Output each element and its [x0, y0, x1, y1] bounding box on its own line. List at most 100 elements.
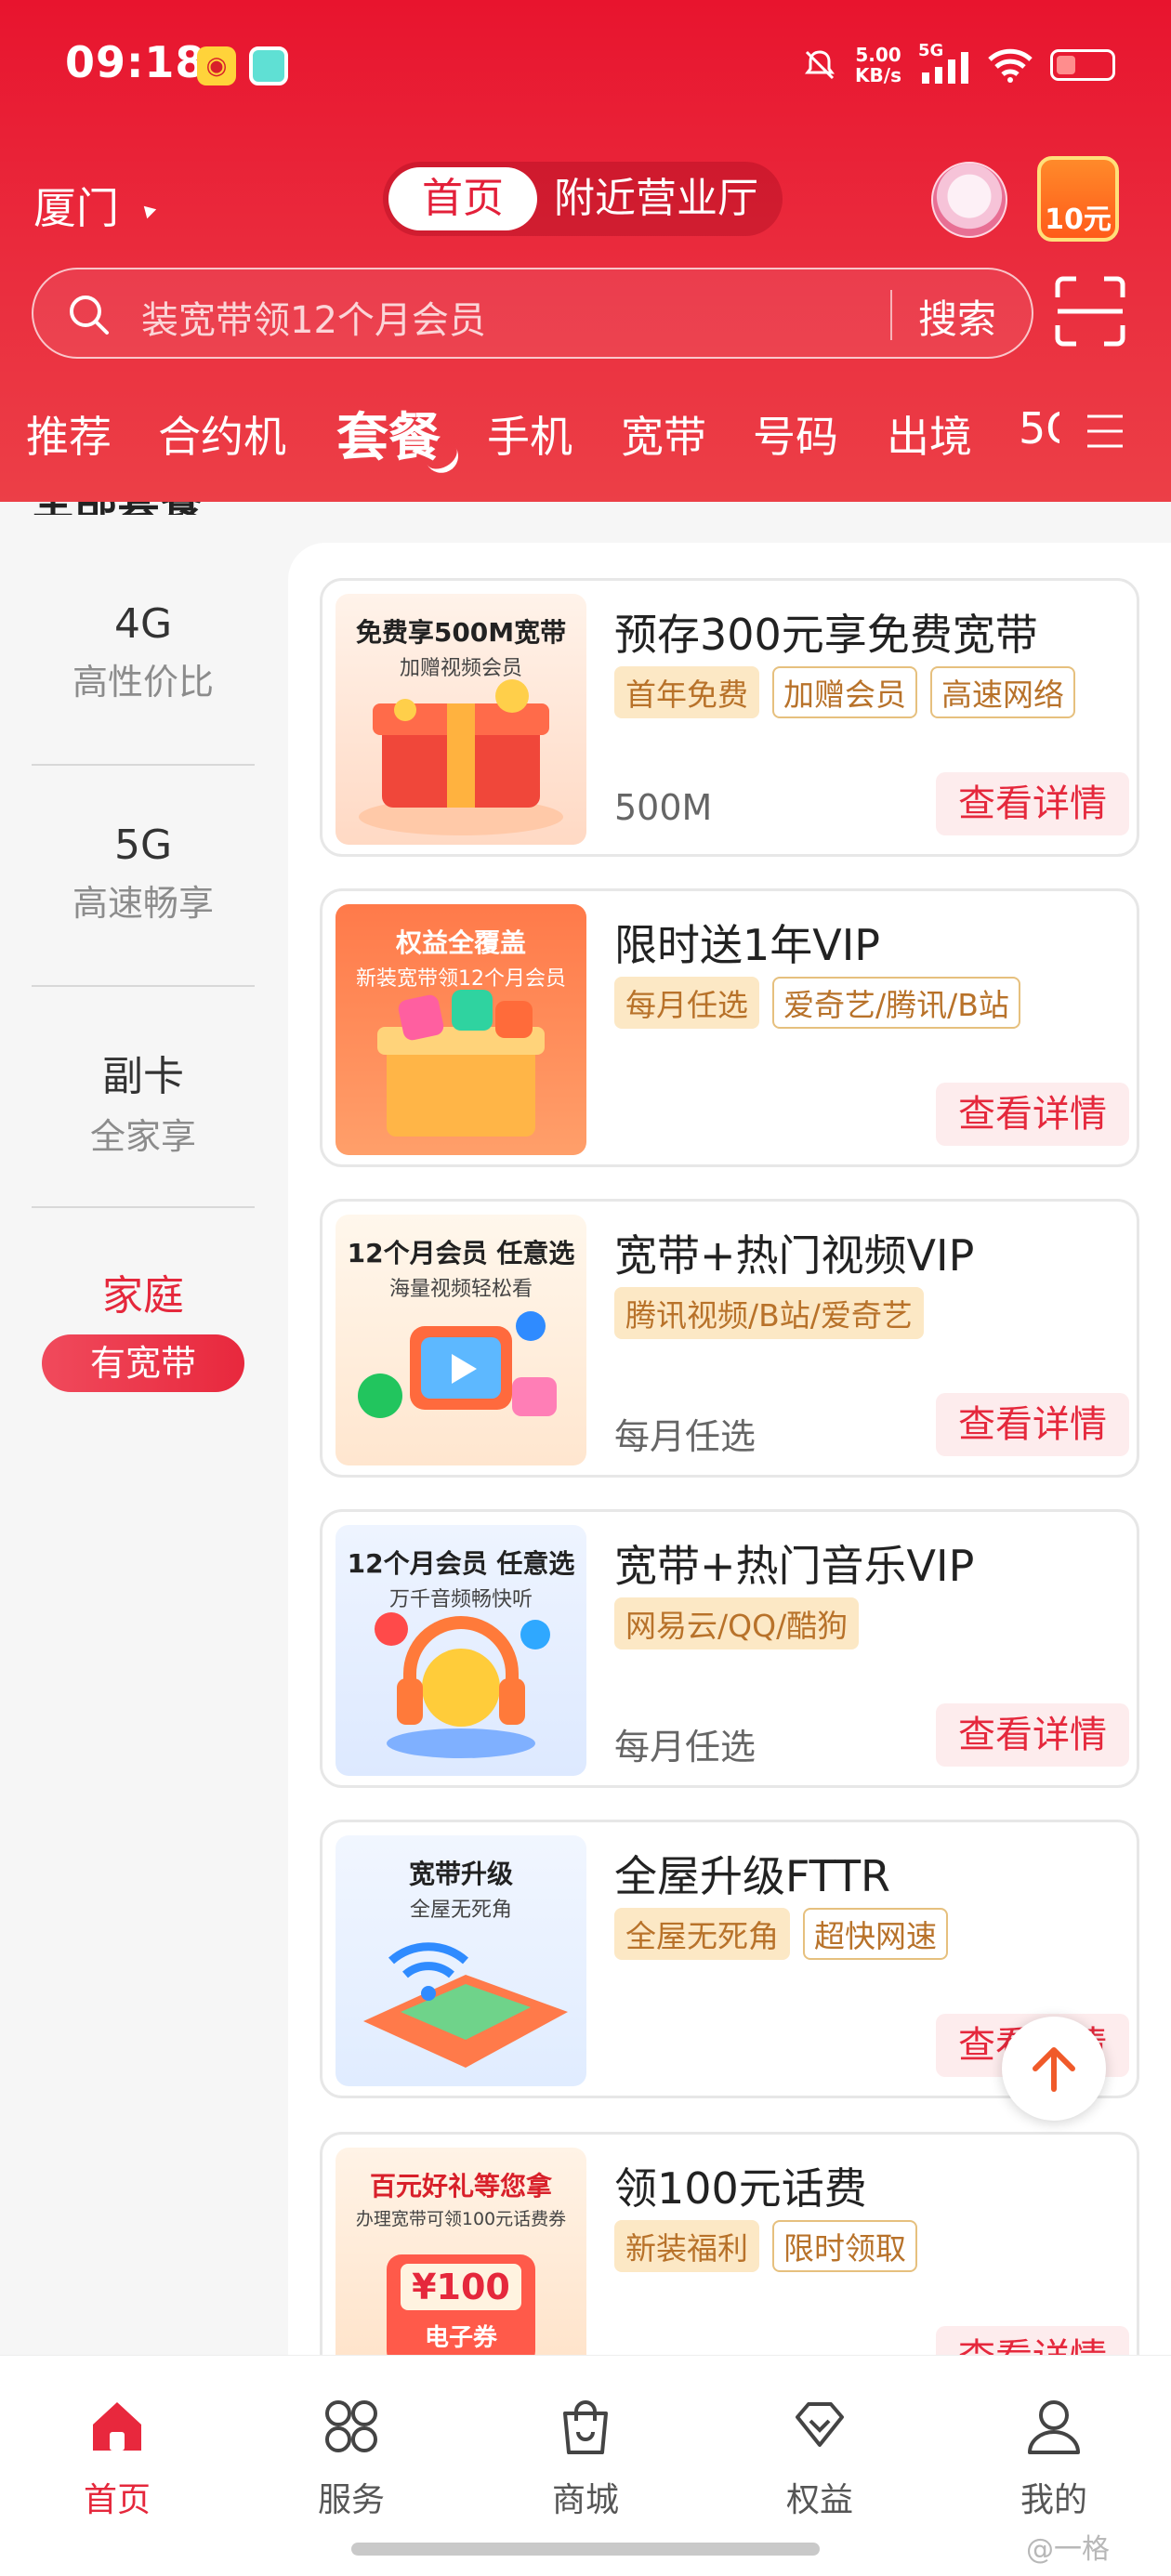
product-title: 领100元话费: [614, 2163, 867, 2214]
search-divider: [890, 290, 892, 340]
home-indicator[interactable]: [351, 2543, 820, 2556]
left-menu-subtitle: 高速畅享: [72, 883, 214, 924]
status-bar: 09:18 ◉ 5.00 KB/s 5G: [0, 0, 1171, 130]
product-tags: 网易云/QQ/酷狗: [614, 1597, 860, 1649]
city-caret-icon: [138, 201, 157, 219]
city-selector[interactable]: 厦门: [33, 175, 119, 236]
left-menu-title: 4G: [113, 600, 173, 648]
segment-home[interactable]: 首页: [388, 167, 537, 230]
tab-broadband[interactable]: 宽带: [621, 403, 706, 465]
product-thumbnail: 12个月会员 任意选 万千音频畅快听: [336, 1525, 586, 1776]
tab-label: 权益: [785, 2481, 853, 2519]
product-tags: 新装福利 限时领取: [614, 2220, 917, 2272]
product-subtitle: 每月任选: [614, 1416, 757, 1457]
product-tags: 每月任选 爱奇艺/腾讯/B站: [614, 977, 1020, 1029]
left-menu-4g[interactable]: 4G 高性价比: [32, 600, 255, 704]
net-speed-unit: KB/s: [855, 64, 901, 86]
watermark: @一格: [1026, 2533, 1110, 2566]
product-tag: 全屋无死角: [614, 1908, 790, 1960]
gift-box-icon: [377, 990, 545, 1137]
tab-phones[interactable]: 手机: [487, 403, 572, 465]
header: 09:18 ◉ 5.00 KB/s 5G 厦门 首页 附近营业厅 10元 装宽带领…: [0, 0, 1171, 502]
product-subtitle: 500M: [614, 787, 713, 828]
tab-5g[interactable]: 5G: [1019, 403, 1059, 453]
product-title: 宽带+热门视频VIP: [614, 1230, 975, 1281]
product-tag: 新装福利: [614, 2220, 759, 2272]
tab-5g-clip: 5G: [1019, 390, 1059, 483]
product-card[interactable]: 12个月会员 任意选 万千音频畅快听 宽带+热门音乐VIP 网易云/QQ/酷狗 …: [320, 1509, 1139, 1788]
left-partial-title: 全部套餐: [32, 502, 203, 515]
coupon-label: 10元: [1045, 204, 1112, 236]
left-menu-5g[interactable]: 5G 高速畅享: [32, 821, 255, 926]
product-tag: 网易云/QQ/酷狗: [614, 1597, 860, 1649]
left-menu-divider: [32, 764, 255, 766]
product-title: 全屋升级FTTR: [614, 1851, 891, 1901]
product-tag: 加赠会员: [772, 666, 917, 718]
voucher-label: 电子券: [424, 2324, 497, 2352]
product-subtitle: 每月任选: [614, 1727, 757, 1768]
product-tag: 首年免费: [614, 666, 759, 718]
tab-benefits[interactable]: 权益: [755, 2393, 885, 2521]
arrow-up-icon: [1033, 2047, 1075, 2092]
coupon-badge[interactable]: 10元: [1037, 156, 1119, 242]
home-icon: [93, 2402, 141, 2451]
product-tag: 腾讯视频/B站/爱奇艺: [614, 1287, 924, 1339]
tab-contract-phone[interactable]: 合约机: [158, 403, 286, 465]
left-menu-title: 5G: [113, 821, 173, 869]
wifi-icon: [988, 48, 1033, 83]
tab-label: 服务: [317, 2481, 385, 2519]
left-menu-badge: 有宽带: [42, 1334, 244, 1392]
app-notification-icon: [249, 46, 288, 85]
menu-icon[interactable]: [1085, 413, 1125, 450]
status-icons: 5.00 KB/s 5G: [801, 37, 1115, 93]
product-title: 限时送1年VIP: [614, 920, 881, 970]
back-to-top-button[interactable]: [1002, 2017, 1106, 2121]
benefits-icon: [796, 2402, 844, 2447]
view-details-button[interactable]: 查看详情: [936, 1393, 1129, 1456]
search-bar[interactable]: 装宽带领12个月会员 搜索: [32, 268, 1033, 359]
left-menu-title: 家庭: [102, 1272, 184, 1320]
left-menu-secondary-card[interactable]: 副卡 全家享: [32, 1043, 255, 1159]
product-tags: 腾讯视频/B站/爱奇艺: [614, 1287, 924, 1339]
left-partial-title-clip: 全部套餐: [0, 502, 290, 515]
tab-numbers[interactable]: 号码: [753, 403, 838, 465]
product-card[interactable]: 12个月会员 任意选 海量视频轻松看 宽带+热门视频VIP 腾讯视频/B站/爱奇…: [320, 1199, 1139, 1478]
weibo-app-icon: ◉: [197, 46, 236, 85]
shop-bag-icon: [563, 2400, 608, 2454]
gift-box-icon: [359, 679, 563, 835]
tab-shop[interactable]: 商城: [520, 2393, 651, 2521]
view-details-button[interactable]: 查看详情: [936, 772, 1129, 835]
product-tag: 限时领取: [772, 2220, 917, 2272]
net-speed: 5.00 KB/s: [855, 45, 901, 85]
avatar[interactable]: [931, 162, 1007, 238]
tv-video-icon: [358, 1311, 557, 1418]
tab-home[interactable]: 首页: [52, 2393, 182, 2521]
left-menu-family[interactable]: 家庭 有宽带: [32, 1262, 255, 1392]
tab-overseas[interactable]: 出境: [887, 403, 972, 465]
left-menu: 4G 高性价比 5G 高速畅享 副卡 全家享 家庭有宽带: [0, 502, 290, 2360]
product-card[interactable]: 权益全覆盖 新装宽带领12个月会员 限时送1年VIP 每月任选 爱奇艺/腾讯/B…: [320, 888, 1139, 1167]
view-details-button[interactable]: 查看详情: [936, 1703, 1129, 1767]
segment-nearby-stores[interactable]: 附近营业厅: [554, 167, 758, 230]
tab-label: 我的: [1020, 2481, 1087, 2519]
mute-bell-icon: [805, 50, 835, 80]
tab-recommend[interactable]: 推荐: [26, 403, 112, 465]
profile-icon: [1028, 2400, 1080, 2454]
category-tabs: 推荐 合约机 套餐 手机 宽带 号码 出境 5G: [0, 390, 1171, 483]
search-button[interactable]: 搜索: [918, 288, 996, 345]
product-card[interactable]: 免费享500M宽带 加赠视频会员 预存300元享免费宽带 首年免费 加赠会员 高…: [320, 578, 1139, 857]
scan-icon[interactable]: [1054, 275, 1126, 348]
product-thumbnail: 权益全覆盖 新装宽带领12个月会员: [336, 904, 586, 1155]
tab-services[interactable]: 服务: [286, 2393, 416, 2521]
services-icon: [325, 2400, 377, 2452]
tab-profile[interactable]: 我的: [989, 2393, 1119, 2521]
product-thumbnail: 免费享500M宽带 加赠视频会员: [336, 594, 586, 845]
search-input[interactable]: 装宽带领12个月会员: [141, 290, 486, 344]
product-tag: 每月任选: [614, 977, 759, 1029]
battery-icon: [1050, 49, 1115, 81]
left-menu-subtitle: 全家享: [89, 1116, 196, 1157]
product-thumbnail: 百元好礼等您拿 办理宽带可领100元话费券 ¥100 电子券: [336, 2148, 586, 2364]
view-details-button[interactable]: 查看详情: [936, 1083, 1129, 1146]
product-card[interactable]: 百元好礼等您拿 办理宽带可领100元话费券 ¥100 电子券 领100元话费 新…: [320, 2132, 1139, 2364]
product-thumbnail: 宽带升级 全屋无死角: [336, 1835, 586, 2086]
